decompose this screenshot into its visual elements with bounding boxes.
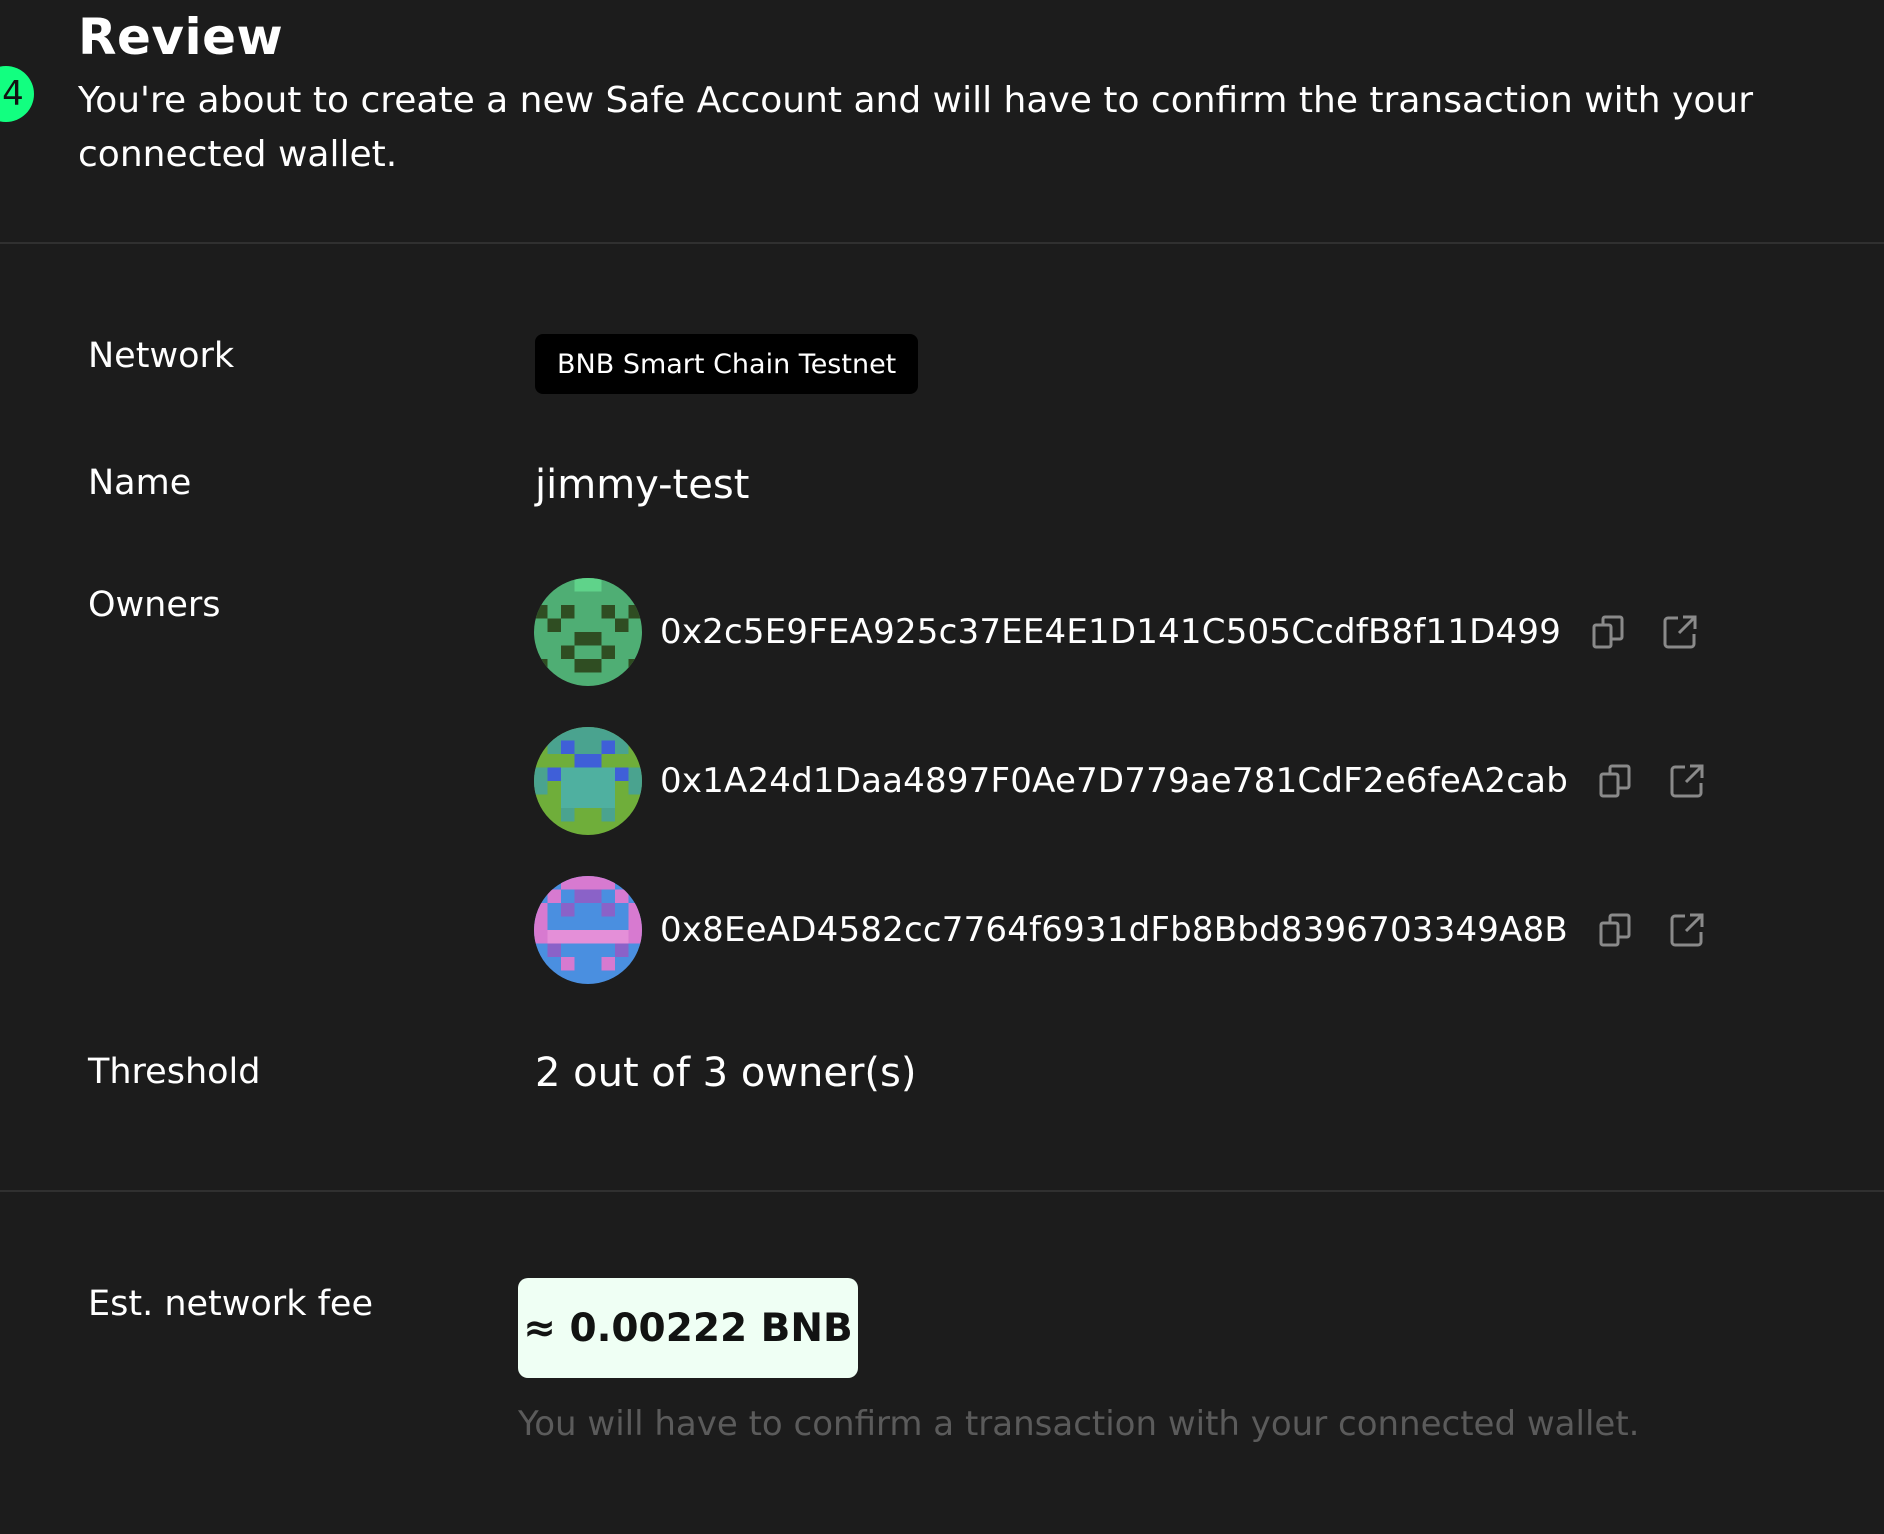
owner-row: 0x8EeAD4582cc7764f6931dFb8Bbd8396703349A… [534, 876, 1708, 984]
owner-address: 0x8EeAD4582cc7764f6931dFb8Bbd8396703349A… [660, 910, 1568, 950]
page-subtitle: You're about to create a new Safe Accoun… [78, 80, 1754, 175]
owner-row: 0x2c5E9FEA925c37EE4E1D141C505CcdfB8f11D4… [534, 578, 1701, 686]
owner-address: 0x2c5E9FEA925c37EE4E1D141C505CcdfB8f11D4… [660, 612, 1562, 652]
network-chip: BNB Smart Chain Testnet [535, 334, 919, 394]
fee-note: You will have to confirm a transaction w… [518, 1404, 1640, 1444]
section-divider [0, 1190, 1884, 1192]
page-title: Review [78, 8, 284, 66]
owners-label: Owners [88, 585, 221, 625]
copy-icon[interactable] [1594, 909, 1636, 951]
owner-avatar [534, 578, 642, 686]
safe-name-value: jimmy-test [535, 462, 750, 508]
step-number: 4 [2, 74, 24, 114]
network-fee-label: Est. network fee [88, 1284, 373, 1324]
external-link-icon[interactable] [1666, 760, 1708, 802]
threshold-value: 2 out of 3 owner(s) [535, 1050, 917, 1096]
section-divider [0, 242, 1884, 244]
copy-icon[interactable] [1587, 611, 1629, 653]
owner-avatar [534, 727, 642, 835]
copy-icon[interactable] [1594, 760, 1636, 802]
network-label: Network [88, 336, 235, 376]
owner-avatar [534, 876, 642, 984]
step-number-badge: 4 [0, 66, 34, 122]
owner-address: 0x1A24d1Daa4897F0Ae7D779ae781CdF2e6feA2c… [660, 761, 1568, 801]
threshold-label: Threshold [88, 1052, 261, 1092]
name-label: Name [88, 463, 192, 503]
owner-row: 0x1A24d1Daa4897F0Ae7D779ae781CdF2e6feA2c… [534, 727, 1708, 835]
external-link-icon[interactable] [1666, 909, 1708, 951]
network-fee-value: ≈ 0.00222 BNB [518, 1278, 858, 1378]
external-link-icon[interactable] [1659, 611, 1701, 653]
